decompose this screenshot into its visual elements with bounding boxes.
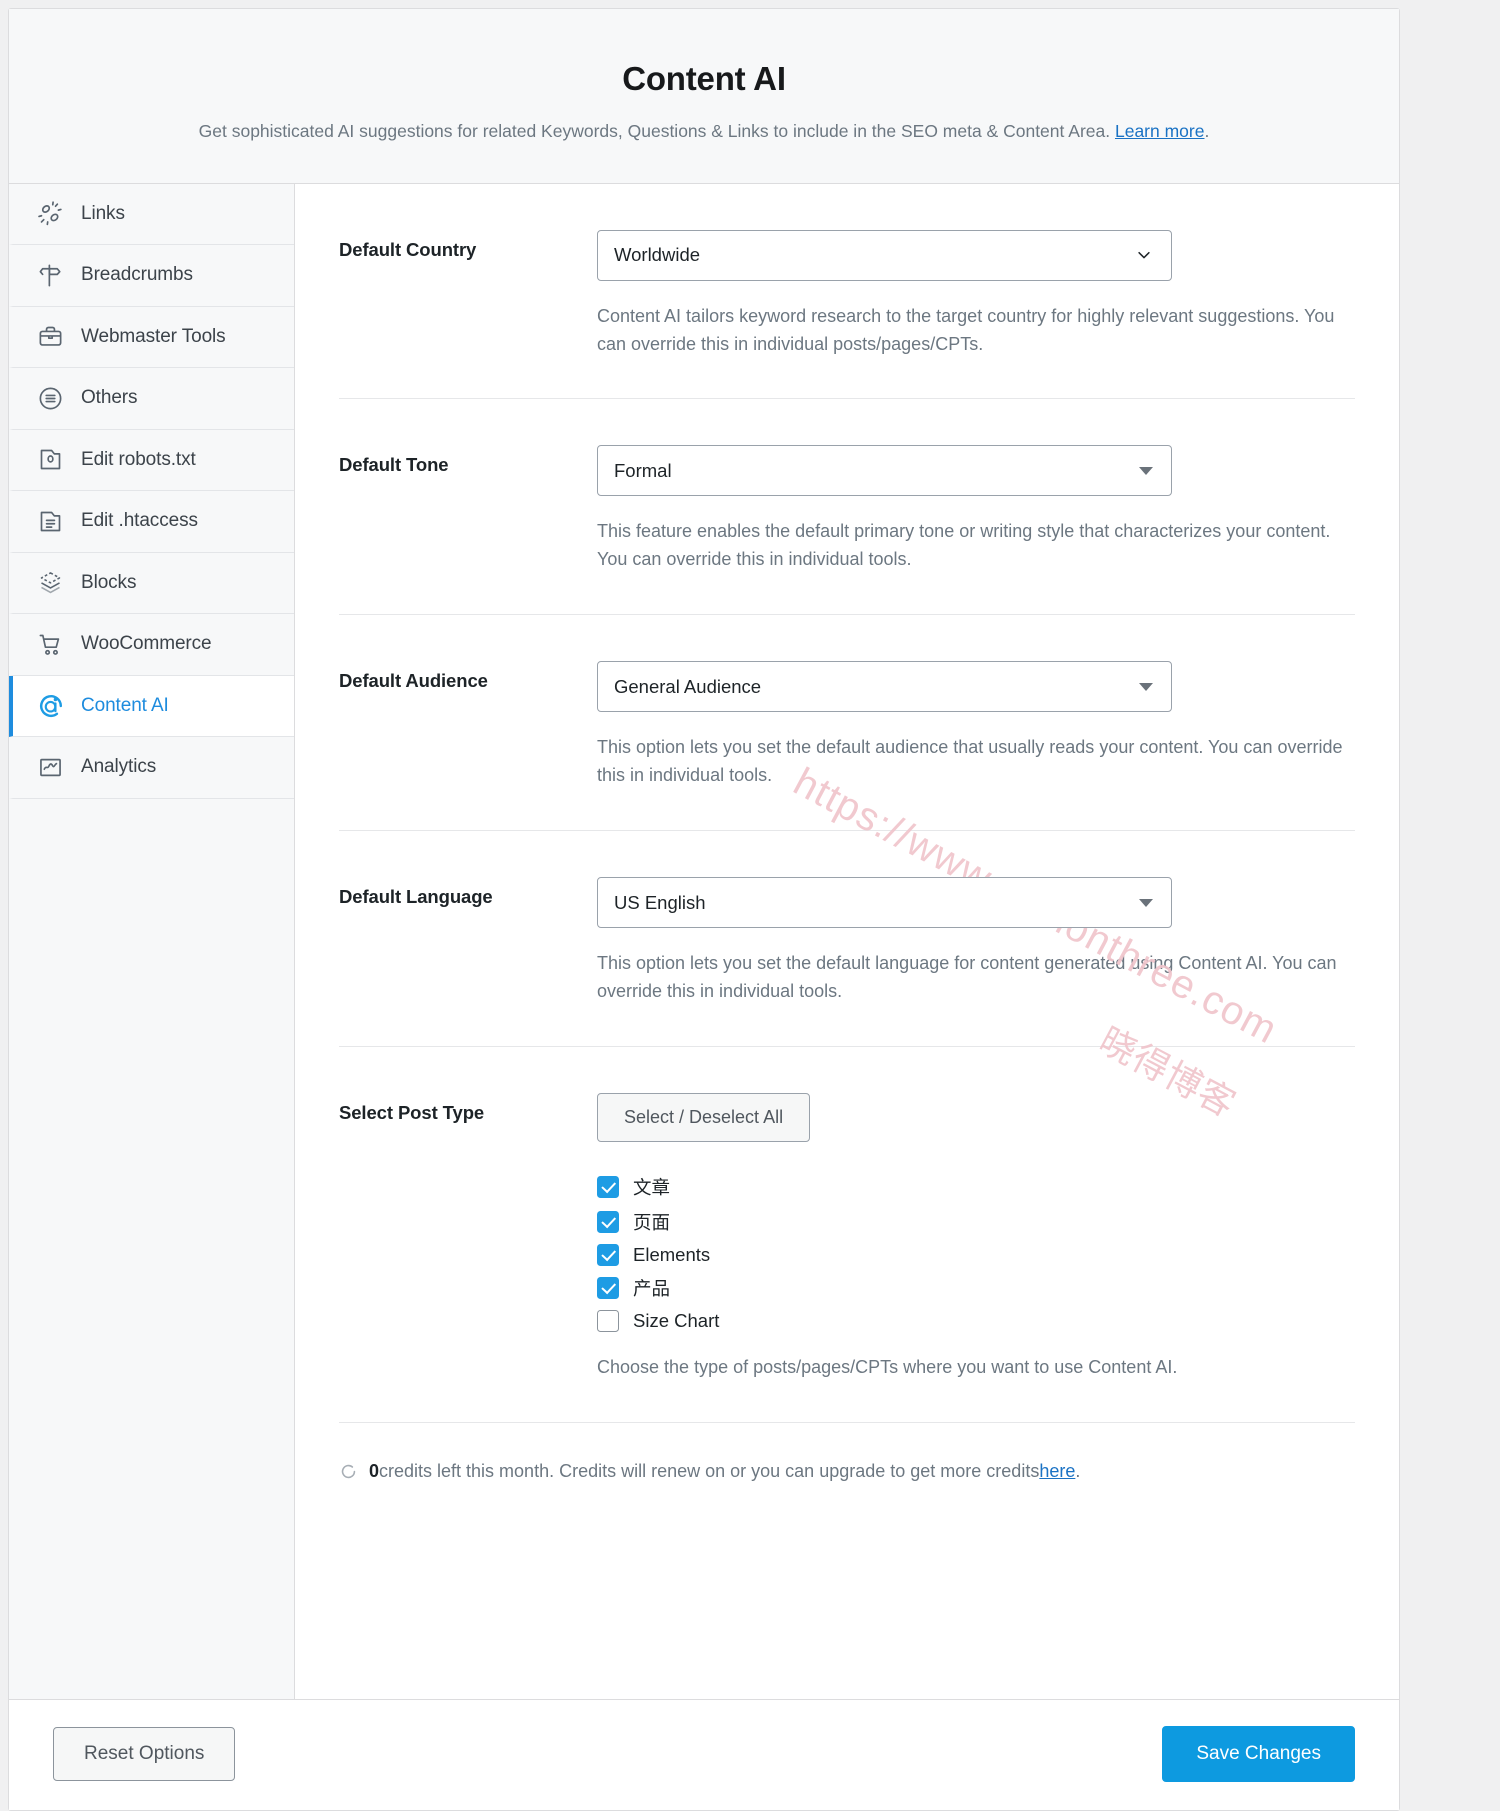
reset-options-button[interactable]: Reset Options [53, 1726, 236, 1781]
triangle-down-icon [1139, 466, 1153, 475]
briefcase-icon [35, 321, 66, 352]
post-type-checkbox-row[interactable]: 文章 [597, 1174, 1355, 1200]
post-type-checkbox-row[interactable]: 产品 [597, 1275, 1355, 1301]
select-value: US English [614, 891, 706, 913]
checkbox[interactable] [597, 1243, 619, 1266]
field-help-text: This option lets you set the default lan… [597, 953, 1337, 1001]
field-control: Worldwide Content AI tailors keyword res… [597, 229, 1355, 359]
field-help-text: This option lets you set the default aud… [597, 737, 1343, 786]
field-row-default-language: Default Language US English This option … [339, 831, 1355, 1047]
subtitle-text-before: Get sophisticated AI suggestions for rel… [198, 121, 1115, 142]
sidebar-item-label: Blocks [81, 571, 137, 593]
checkbox-label: 文章 [633, 1176, 671, 1198]
sidebar-item-webmaster-tools[interactable]: Webmaster Tools [9, 306, 294, 369]
checkbox-label: 产品 [633, 1277, 671, 1299]
field-control: Select / Deselect All 文章 页面 Elements 产品 … [597, 1092, 1355, 1382]
field-label: Default Tone [339, 454, 449, 476]
document-lines-icon [35, 506, 66, 537]
panel-footer: Reset Options Save Changes [9, 1698, 1399, 1810]
sidebar-item-woocommerce[interactable]: WooCommerce [9, 614, 294, 676]
checkbox-label: 页面 [633, 1211, 671, 1233]
field-label: Default Country [339, 238, 477, 260]
blocks-layers-icon [35, 567, 66, 598]
sidebar-item-analytics[interactable]: Analytics [9, 737, 294, 799]
default-audience-select[interactable]: General Audience [597, 661, 1172, 713]
field-row-default-country: Default Country Worldwide Content AI tai… [339, 184, 1355, 400]
field-label: Default Language [339, 886, 493, 908]
sidebar-item-edit-htaccess[interactable]: Edit .htaccess [9, 491, 294, 553]
default-tone-select[interactable]: Formal [597, 445, 1172, 497]
field-label: Select Post Type [339, 1101, 485, 1123]
sidebar-item-label: Content AI [81, 694, 169, 716]
settings-page: Content AI Get sophisticated AI suggesti… [0, 0, 1500, 1811]
field-label: Default Audience [339, 670, 488, 692]
field-control: Formal This feature enables the default … [597, 445, 1355, 574]
credits-text: credits left this month. Credits will re… [379, 1460, 1040, 1481]
sidebar-item-label: Analytics [81, 756, 157, 778]
triangle-down-icon [1139, 898, 1153, 907]
list-circle-icon [35, 383, 66, 414]
sidebar-item-label: Breadcrumbs [81, 264, 193, 286]
chevron-down-icon [1135, 246, 1153, 264]
analytics-chart-icon [35, 752, 66, 783]
page-title: Content AI [622, 60, 786, 97]
sidebar-item-label: Others [81, 387, 138, 409]
post-type-checkbox-row[interactable]: Size Chart [597, 1309, 1355, 1332]
field-row-select-post-type: Select Post Type Select / Deselect All 文… [339, 1047, 1355, 1423]
default-country-select[interactable]: Worldwide [597, 229, 1172, 281]
select-value: Worldwide [614, 244, 701, 266]
save-changes-button[interactable]: Save Changes [1162, 1725, 1355, 1782]
field-help-text: Choose the type of posts/pages/CPTs wher… [597, 1356, 1178, 1377]
sidebar-item-others[interactable]: Others [9, 368, 294, 430]
refresh-icon [339, 1462, 358, 1481]
robots-file-icon [35, 444, 66, 475]
sidebar-item-label: Links [81, 202, 125, 224]
learn-more-link[interactable]: Learn more [1115, 121, 1205, 141]
checkbox[interactable] [597, 1210, 619, 1233]
sidebar-item-label: Edit .htaccess [81, 510, 198, 532]
page-header: Content AI Get sophisticated AI suggesti… [9, 9, 1399, 184]
post-type-checkbox-row[interactable]: Elements [597, 1243, 1355, 1266]
signpost-icon [35, 260, 66, 291]
sidebar-item-edit-robots-txt[interactable]: Edit robots.txt [9, 429, 294, 492]
default-language-select[interactable]: US English [597, 877, 1172, 929]
checkbox[interactable] [597, 1309, 619, 1332]
subtitle-text-after: . [1204, 121, 1210, 142]
credits-text-after: . [1075, 1460, 1081, 1481]
post-type-checkbox-row[interactable]: 页面 [597, 1209, 1355, 1235]
sidebar-item-content-ai[interactable]: Content AI [9, 675, 294, 738]
content-ai-panel: Content AI Get sophisticated AI suggesti… [8, 8, 1400, 1811]
sidebar-item-links[interactable]: Links [9, 183, 294, 246]
field-row-default-tone: Default Tone Formal This feature enables… [339, 399, 1355, 616]
field-control: US English This option lets you set the … [597, 877, 1355, 1006]
checkbox[interactable] [597, 1175, 619, 1198]
post-type-checkbox-list: 文章 页面 Elements 产品 Size Chart [597, 1174, 1355, 1332]
panel-body: Links Breadcrumbs Webmaster Tools Others… [9, 183, 1399, 1699]
field-control: General Audience This option lets you se… [597, 661, 1355, 790]
credits-status: 0 credits left this month. Credits will … [339, 1423, 1355, 1518]
credits-here-link[interactable]: here [1039, 1461, 1075, 1482]
sidebar-item-label: Webmaster Tools [81, 325, 226, 347]
field-help-text: This feature enables the default primary… [597, 521, 1331, 570]
sidebar-item-blocks[interactable]: Blocks [9, 552, 294, 615]
links-icon [35, 198, 66, 229]
field-help-text: Content AI tailors keyword research to t… [597, 305, 1335, 354]
settings-main: https://www.pythonthree.com 晓得博客 Default… [295, 183, 1399, 1699]
sidebar-item-label: WooCommerce [81, 633, 212, 655]
checkbox-label: Size Chart [633, 1309, 720, 1331]
select-deselect-all-button[interactable]: Select / Deselect All [597, 1092, 811, 1142]
checkbox-label: Elements [633, 1243, 711, 1265]
select-value: Formal [614, 459, 672, 481]
sidebar-item-breadcrumbs[interactable]: Breadcrumbs [9, 245, 294, 307]
shopping-cart-icon [35, 629, 66, 660]
checkbox[interactable] [597, 1276, 619, 1299]
sidebar-item-label: Edit robots.txt [81, 448, 196, 470]
settings-sidebar: Links Breadcrumbs Webmaster Tools Others… [9, 183, 295, 1699]
credits-count: 0 [369, 1460, 380, 1481]
select-value: General Audience [614, 675, 762, 697]
page-subtitle: Get sophisticated AI suggestions for rel… [49, 119, 1359, 144]
triangle-down-icon [1139, 682, 1153, 691]
content-ai-icon [35, 690, 66, 721]
field-row-default-audience: Default Audience General Audience This o… [339, 615, 1355, 832]
